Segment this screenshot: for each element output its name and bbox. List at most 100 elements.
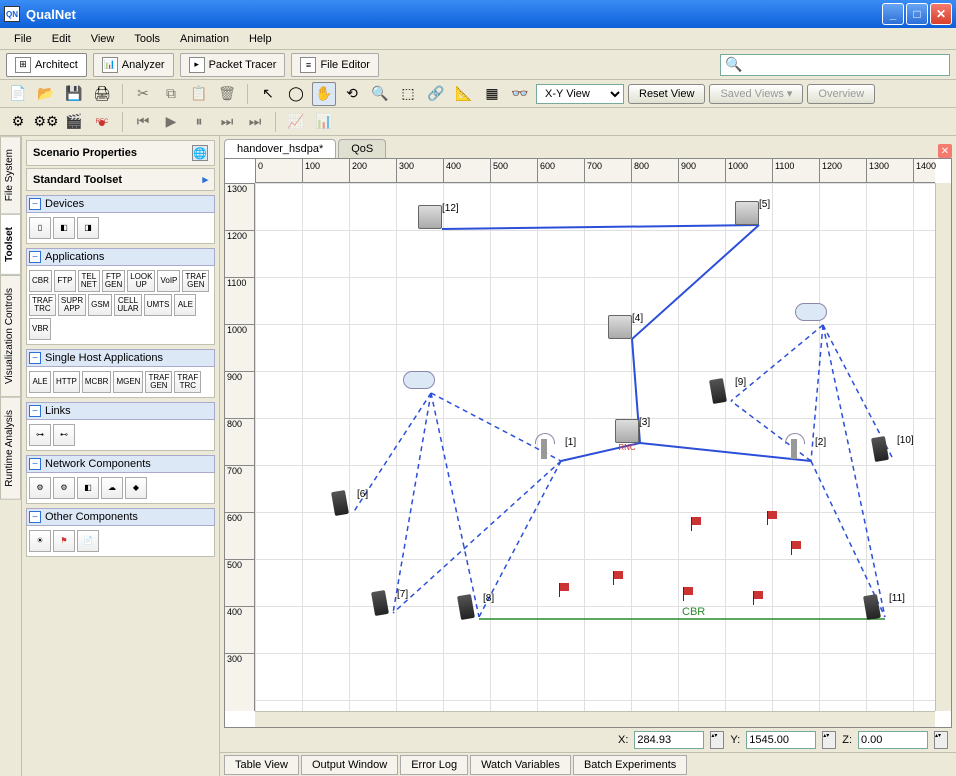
net-tool-1[interactable]: ⚙ (29, 477, 51, 499)
app-tool-GSM[interactable]: GSM (88, 294, 112, 316)
link-tool-1[interactable]: ⊶ (29, 424, 51, 446)
play-button[interactable]: ▶ (159, 110, 183, 134)
node-c1[interactable] (403, 371, 435, 389)
app-tool-TRAFTRC[interactable]: TRAFTRC (29, 294, 56, 316)
node-1[interactable]: [1] (541, 439, 547, 459)
hand-tool[interactable]: ✋ (312, 82, 336, 106)
node-4[interactable]: [4] (608, 315, 632, 339)
new-button[interactable]: 📄 (6, 82, 30, 106)
flag-2[interactable] (683, 587, 695, 601)
pointer-tool[interactable]: ↖ (256, 82, 280, 106)
config-button[interactable]: ⚙ (6, 110, 30, 134)
network-header[interactable]: −Network Components (26, 455, 215, 473)
saved-views-button[interactable]: Saved Views ▾ (709, 84, 803, 104)
chart-button[interactable]: 📈 (284, 110, 308, 134)
zoom-region-tool[interactable]: ⬚ (396, 82, 420, 106)
minimize-button[interactable]: _ (882, 3, 904, 25)
node-12[interactable]: [12] (418, 205, 442, 229)
scenario-canvas[interactable]: 0100200300400500600700800900100011001200… (224, 158, 952, 728)
app-tool-FTPGEN[interactable]: FTPGEN (102, 270, 125, 292)
tab-watch-variables[interactable]: Watch Variables (470, 755, 571, 775)
search-box[interactable]: 🔍 (720, 54, 950, 76)
node-3[interactable]: [3]RNC (615, 419, 639, 452)
other-tool-1[interactable]: ☀ (29, 530, 51, 552)
flag-0[interactable] (559, 583, 571, 597)
gears-button[interactable]: ⚙⚙ (34, 110, 58, 134)
tab-table-view[interactable]: Table View (224, 755, 299, 775)
copy-button[interactable]: ⧉ (159, 82, 183, 106)
tab-batch-experiments[interactable]: Batch Experiments (573, 755, 687, 775)
app-tool-CELLULAR[interactable]: CELLULAR (114, 294, 141, 316)
grid-tool[interactable]: ▦ (480, 82, 504, 106)
canvas-tab-close[interactable]: ✕ (938, 144, 952, 158)
flag-5[interactable] (767, 511, 779, 525)
app-tool-TRAFGEN[interactable]: TRAFGEN (182, 270, 209, 292)
clapper-button[interactable]: 🎬 (62, 110, 86, 134)
measure-tool[interactable]: 📐 (452, 82, 476, 106)
sh-tool-HTTP[interactable]: HTTP (53, 371, 80, 393)
node-2[interactable]: [2] (791, 439, 797, 459)
tab-error-log[interactable]: Error Log (400, 755, 468, 775)
app-tool-ALE[interactable]: ALE (174, 294, 196, 316)
app-tool-CBR[interactable]: CBR (29, 270, 52, 292)
other-tool-2[interactable]: ⚑ (53, 530, 75, 552)
rotate-tool[interactable]: ⟲ (340, 82, 364, 106)
device-tool-1[interactable]: ▯ (29, 217, 51, 239)
sidetab-runtime[interactable]: Runtime Analysis (0, 397, 21, 500)
device-tool-3[interactable]: ◨ (77, 217, 99, 239)
flag-3[interactable] (753, 591, 765, 605)
app-tool-LOOKUP[interactable]: LOOKUP (127, 270, 155, 292)
mode-packet-tracer[interactable]: ▸Packet Tracer (180, 53, 286, 77)
app-tool-SUPRAPP[interactable]: SUPRAPP (58, 294, 86, 316)
coord-x-input[interactable] (634, 731, 704, 749)
stats-button[interactable]: 📊 (312, 110, 336, 134)
mode-architect[interactable]: ⊞Architect (6, 53, 87, 77)
grid-area[interactable]: CBR [12][5][4][3]RNC[1][2][6][7][8][9][1… (255, 183, 935, 711)
net-tool-4[interactable]: ☁ (101, 477, 123, 499)
print-button[interactable]: 🖨 (90, 82, 114, 106)
y-spinner[interactable]: ▴▾ (822, 731, 836, 749)
node-c2[interactable] (795, 303, 827, 321)
app-tool-VoIP[interactable]: VoIP (157, 270, 180, 292)
app-tool-FTP[interactable]: FTP (54, 270, 76, 292)
save-button[interactable]: 💾 (62, 82, 86, 106)
node-9[interactable]: [9] (711, 379, 725, 403)
node-8[interactable]: [8] (459, 595, 473, 619)
canvas-tab-qos[interactable]: QoS (338, 139, 386, 158)
standard-toolset-button[interactable]: Standard Toolset ▸ (26, 168, 215, 191)
lasso-tool[interactable]: ◯ (284, 82, 308, 106)
tab-output-window[interactable]: Output Window (301, 755, 398, 775)
device-tool-2[interactable]: ◧ (53, 217, 75, 239)
skip-end-button[interactable]: ⏭ (243, 110, 267, 134)
pause-button[interactable]: ⏸ (187, 110, 211, 134)
maximize-button[interactable]: □ (906, 3, 928, 25)
menu-tools[interactable]: Tools (124, 31, 170, 47)
net-tool-5[interactable]: ◆ (125, 477, 147, 499)
skip-start-button[interactable]: ⏮ (131, 110, 155, 134)
mode-file-editor[interactable]: ≡File Editor (291, 53, 379, 77)
single-host-header[interactable]: −Single Host Applications (26, 349, 215, 367)
applications-header[interactable]: −Applications (26, 248, 215, 266)
devices-header[interactable]: −Devices (26, 195, 215, 213)
app-tool-VBR[interactable]: VBR (29, 318, 51, 340)
scrollbar-vertical[interactable] (935, 183, 951, 711)
sh-tool-TRAFGEN[interactable]: TRAFGEN (145, 371, 172, 393)
sidetab-visualization[interactable]: Visualization Controls (0, 275, 21, 397)
zoom-tool[interactable]: 🔍 (368, 82, 392, 106)
coord-z-input[interactable] (858, 731, 928, 749)
view-select[interactable]: X-Y View (536, 84, 624, 104)
app-tool-TELNET[interactable]: TELNET (78, 270, 100, 292)
menu-help[interactable]: Help (239, 31, 282, 47)
mode-analyzer[interactable]: 📊Analyzer (93, 53, 174, 77)
menu-edit[interactable]: Edit (42, 31, 81, 47)
other-header[interactable]: −Other Components (26, 508, 215, 526)
menu-file[interactable]: File (4, 31, 42, 47)
coord-y-input[interactable] (746, 731, 816, 749)
delete-button[interactable]: 🗑 (215, 82, 239, 106)
z-spinner[interactable]: ▴▾ (934, 731, 948, 749)
sh-tool-MGEN[interactable]: MGEN (113, 371, 143, 393)
sh-tool-ALE[interactable]: ALE (29, 371, 51, 393)
sh-tool-MCBR[interactable]: MCBR (82, 371, 112, 393)
glasses-tool[interactable]: 👓 (508, 82, 532, 106)
x-spinner[interactable]: ▴▾ (710, 731, 724, 749)
